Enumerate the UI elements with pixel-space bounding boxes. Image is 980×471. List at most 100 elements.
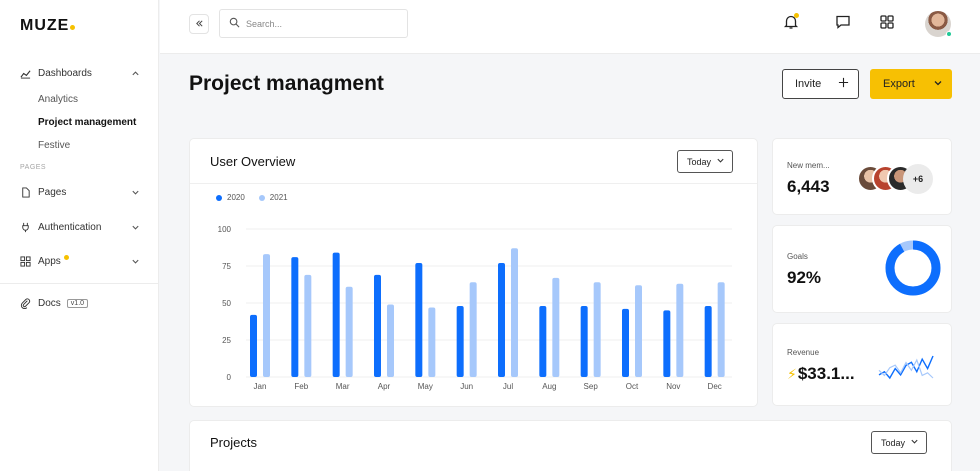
x-tick-label: Jan xyxy=(254,382,267,391)
bar-2020-may xyxy=(415,263,423,377)
bar-2021-feb xyxy=(304,274,312,377)
dropdown-value: Today xyxy=(881,437,906,448)
chat-icon xyxy=(835,14,851,35)
brand-name: MUZE xyxy=(20,17,70,34)
more-members-badge[interactable]: +6 xyxy=(903,164,933,194)
bar-2020-jul xyxy=(498,263,505,377)
sidebar-divider xyxy=(0,283,158,284)
chevron-down-icon xyxy=(131,223,140,232)
sidebar-item-apps[interactable]: Apps xyxy=(20,252,140,270)
bar-2021-may xyxy=(428,307,436,377)
file-icon xyxy=(20,186,31,198)
lightning-icon: ⚡ xyxy=(787,365,797,382)
chevron-down-icon xyxy=(131,257,140,266)
bar-2021-jul xyxy=(511,248,518,377)
y-tick-label: 25 xyxy=(222,336,231,345)
grid-icon xyxy=(879,14,895,35)
messages-button[interactable] xyxy=(833,14,853,34)
sidebar-item-dashboards[interactable]: Dashboards xyxy=(20,64,140,82)
y-tick-label: 75 xyxy=(222,262,231,271)
user-overview-card: User Overview Today 2020 2021 0 25 50 75 100… xyxy=(189,138,758,407)
sidebar-item-festive[interactable]: Festive xyxy=(38,140,70,151)
sidebar: MUZE Dashboards Analytics Project manage… xyxy=(0,0,159,471)
x-tick-label: Aug xyxy=(542,382,556,391)
export-label: Export xyxy=(883,78,915,90)
bar-2020-apr xyxy=(374,274,381,377)
donut-progress xyxy=(885,240,941,296)
notification-dot xyxy=(63,255,69,260)
sidebar-item-label: Pages xyxy=(38,186,67,198)
online-status-dot xyxy=(946,31,952,37)
x-tick-label: Sep xyxy=(584,382,599,391)
sidebar-item-authentication[interactable]: Authentication xyxy=(20,218,140,236)
plus-icon xyxy=(838,77,849,91)
bar-2021-sep xyxy=(593,282,601,377)
stat-value: 6,443 xyxy=(787,177,830,196)
apps-button[interactable] xyxy=(877,14,897,34)
sidebar-item-label: Apps xyxy=(38,255,61,267)
stat-label: Revenue xyxy=(787,348,820,357)
search-input[interactable] xyxy=(246,18,396,29)
revenue-card: Revenue ⚡ $33.1... xyxy=(772,323,952,406)
brand-logo[interactable]: MUZE xyxy=(20,17,76,35)
x-tick-label: Feb xyxy=(294,382,308,391)
bar-2020-feb xyxy=(291,257,299,377)
search-box[interactable] xyxy=(219,9,408,38)
collapse-sidebar-button[interactable] xyxy=(189,14,209,34)
new-members-card: New mem... 6,443 +6 xyxy=(772,138,952,215)
x-tick-label: Jul xyxy=(503,382,513,391)
stat-label: Goals xyxy=(787,252,808,261)
sidebar-item-label: Docs xyxy=(38,297,61,309)
projects-card: Projects Today xyxy=(189,420,952,471)
trend-icon xyxy=(20,68,31,79)
user-avatar[interactable] xyxy=(925,11,952,37)
revenue-sparkline xyxy=(878,355,934,380)
stat-value: $33.1... xyxy=(797,364,855,383)
export-button[interactable]: Export xyxy=(870,69,952,99)
y-tick-label: 50 xyxy=(222,299,231,308)
sidebar-item-pages[interactable]: Pages xyxy=(20,183,140,201)
sidebar-item-label: Dashboards xyxy=(38,67,92,79)
sidebar-item-label: Authentication xyxy=(38,221,102,233)
x-tick-label: Jun xyxy=(460,382,473,391)
notification-dot xyxy=(794,13,799,18)
bar-2020-aug xyxy=(539,305,547,377)
notifications-button[interactable] xyxy=(781,13,801,34)
search-icon xyxy=(229,15,240,33)
invite-button[interactable]: Invite xyxy=(782,69,859,99)
invite-label: Invite xyxy=(795,78,822,90)
sidebar-item-docs[interactable]: Docs v1.0 xyxy=(20,294,140,312)
bar-2020-nov xyxy=(663,310,671,377)
bar-2021-oct xyxy=(635,285,642,377)
paperclip-icon xyxy=(20,297,31,309)
bar-2020-sep xyxy=(580,305,588,377)
y-tick-label: 100 xyxy=(218,225,232,234)
bar-2020-dec xyxy=(704,305,712,377)
plug-icon xyxy=(20,222,31,233)
projects-period-dropdown[interactable]: Today xyxy=(871,431,928,454)
x-tick-label: Dec xyxy=(708,382,722,391)
bar-2020-jan xyxy=(250,314,257,377)
bar-2021-aug xyxy=(552,277,560,377)
x-tick-label: Oct xyxy=(626,382,639,391)
apps-grid-icon xyxy=(20,255,31,267)
page-title: Project managment xyxy=(189,72,384,95)
x-tick-label: Mar xyxy=(336,382,350,391)
section-label-pages: PAGES xyxy=(20,164,47,171)
bar-2021-apr xyxy=(387,304,394,377)
user-overview-bar-chart: 0 25 50 75 100 Jan Feb Mar Apr May Jun Jul Aug Sep Oct… xyxy=(218,225,732,391)
bar-2021-mar xyxy=(345,286,353,377)
topbar xyxy=(160,0,980,54)
bar-2020-mar xyxy=(332,252,340,377)
revenue-value-row: ⚡ $33.1... xyxy=(787,364,855,384)
x-tick-label: Nov xyxy=(666,382,680,391)
stat-label: New mem... xyxy=(787,161,830,170)
double-chevron-left-icon xyxy=(195,15,204,33)
bar-2021-nov xyxy=(676,283,684,377)
version-badge: v1.0 xyxy=(66,298,89,308)
sidebar-item-project-management[interactable]: Project management xyxy=(38,117,136,128)
goals-donut-chart xyxy=(885,240,941,296)
x-tick-label: Apr xyxy=(378,382,391,391)
sidebar-item-analytics[interactable]: Analytics xyxy=(38,94,78,105)
chevron-down-icon xyxy=(131,188,140,197)
